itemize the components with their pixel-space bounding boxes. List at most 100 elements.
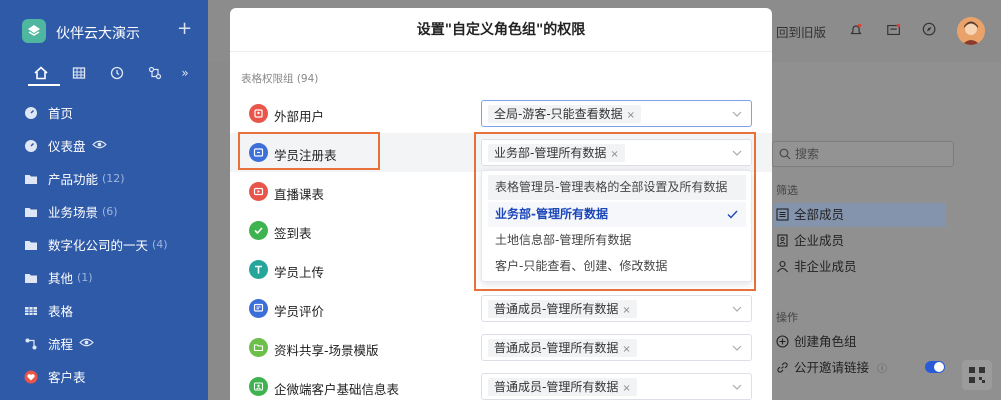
eye-icon[interactable]: [79, 336, 94, 351]
sidebar-item-features[interactable]: 产品功能 (12): [0, 162, 208, 195]
sidebar-items: 首页 仪表盘 产品功能 (12) 业务场景 (6) 数字化公司的一天 (4) 其…: [0, 96, 208, 393]
info-icon[interactable]: ⓘ: [877, 364, 887, 375]
contact-card-icon: [249, 377, 268, 396]
role-select[interactable]: 全局-游客-只能查看数据 ×: [481, 100, 752, 127]
filter-enterprise-members[interactable]: 企业成员: [774, 229, 946, 253]
chevron-down-icon: [732, 345, 742, 351]
app-name[interactable]: 伙伴云大演示: [56, 23, 140, 43]
live-icon: [249, 182, 268, 201]
add-icon[interactable]: +: [177, 18, 192, 39]
sidebar-item-home[interactable]: 首页: [0, 96, 208, 129]
remove-tag-icon[interactable]: ×: [622, 305, 630, 316]
search-input[interactable]: 搜索: [772, 141, 954, 167]
role-tag-label: 普通成员-管理所有数据: [494, 302, 619, 316]
comment-icon: [249, 299, 268, 318]
sidebar-item-digital-day[interactable]: 数字化公司的一天 (4): [0, 228, 208, 261]
dropdown-option[interactable]: 表格管理员-管理表格的全部设置及所有数据: [488, 175, 746, 200]
grid-icon[interactable]: [70, 64, 88, 82]
dropdown-option[interactable]: 客户-只能查看、创建、修改数据: [488, 254, 746, 279]
search-icon: [779, 148, 791, 160]
eye-icon[interactable]: [91, 138, 107, 153]
expand-icon[interactable]: »: [176, 64, 194, 82]
table-name: 签到表: [274, 226, 312, 241]
folder-icon: [24, 172, 38, 186]
sidebar-item-flow[interactable]: 流程: [0, 327, 208, 360]
table-name: 直播课表: [274, 187, 325, 202]
role-tag-label: 普通成员-管理所有数据: [494, 341, 619, 355]
folder-icon: [24, 205, 38, 219]
create-role-group-button[interactable]: 创建角色组: [774, 330, 946, 354]
sidebar-item-dashboard[interactable]: 仪表盘: [0, 129, 208, 162]
heart-icon: [24, 370, 38, 384]
check-icon: [249, 221, 268, 240]
filter-label: 筛选: [776, 184, 798, 197]
list-icon: [776, 208, 789, 221]
folder-icon: [24, 271, 38, 285]
remove-tag-icon[interactable]: ×: [627, 110, 635, 121]
flow-icon: [24, 337, 38, 351]
remove-tag-icon[interactable]: ×: [622, 344, 630, 355]
folder-icon: [249, 338, 268, 357]
bell-icon[interactable]: [848, 22, 866, 40]
filter-label-text: 非企业成员: [794, 259, 857, 274]
table-name: 学员评价: [274, 304, 325, 319]
public-invite-link[interactable]: 公开邀请链接 ⓘ: [774, 356, 946, 380]
add-circle-icon: [776, 335, 789, 348]
compass-icon[interactable]: [922, 22, 940, 40]
modal-title: 设置"自定义角色组"的权限: [230, 8, 772, 52]
highlight-box-row-name: [238, 132, 380, 170]
role-select[interactable]: 普通成员-管理所有数据 ×: [481, 334, 752, 361]
dropdown-option[interactable]: 土地信息部-管理所有数据: [488, 228, 746, 253]
table-name: 企微端客户基础信息表: [274, 382, 400, 397]
group-label: 表格权限组 (94): [241, 73, 319, 85]
qr-code-icon[interactable]: [962, 360, 992, 390]
sidebar-item-label: 首页: [48, 106, 74, 121]
user-avatar[interactable]: [957, 17, 985, 45]
op-label-text: 创建角色组: [794, 334, 857, 349]
sidebar-item-other[interactable]: 其他 (1): [0, 261, 208, 294]
selected-role-tag: 普通成员-管理所有数据 ×: [488, 378, 637, 396]
chevron-down-icon: [732, 306, 742, 312]
role-dropdown: 表格管理员-管理表格的全部设置及所有数据 业务部-管理所有数据 土地信息部-管理…: [481, 170, 752, 282]
gauge-icon: [24, 106, 38, 120]
sidebar-item-scenarios[interactable]: 业务场景 (6): [0, 195, 208, 228]
sidebar-item-count: (4): [152, 238, 168, 251]
back-to-old-link[interactable]: 回到旧版: [776, 22, 826, 41]
sidebar-item-table[interactable]: 表格: [0, 294, 208, 327]
filter-non-enterprise-members[interactable]: 非企业成员: [774, 255, 946, 279]
clock-icon[interactable]: [108, 64, 126, 82]
table-name: 资料共享-场景模版: [274, 343, 379, 358]
selected-role-tag: 全局-游客-只能查看数据 ×: [488, 105, 642, 123]
role-tag-label: 普通成员-管理所有数据: [494, 380, 619, 394]
sidebar-item-label: 其他: [48, 271, 74, 286]
flow-icon[interactable]: [146, 64, 164, 82]
permission-row: 资料共享-场景模版 普通成员-管理所有数据 ×: [230, 328, 772, 367]
checkmark-icon: [727, 210, 738, 219]
sidebar-item-label: 数字化公司的一天: [48, 238, 149, 253]
user-icon: [777, 260, 788, 273]
filter-label-text: 企业成员: [794, 233, 845, 248]
filter-label-text: 全部成员: [794, 207, 845, 222]
dropdown-option-selected[interactable]: 业务部-管理所有数据: [488, 202, 746, 227]
sidebar-item-count: (6): [102, 205, 118, 218]
home-icon[interactable]: [32, 64, 50, 82]
folder-icon: [24, 238, 38, 252]
filter-all-members[interactable]: 全部成员: [774, 203, 946, 227]
role-select[interactable]: 普通成员-管理所有数据 ×: [481, 373, 752, 400]
permission-row: 外部用户 全局-游客-只能查看数据 ×: [230, 94, 772, 133]
dropdown-option-label: 业务部-管理所有数据: [495, 207, 608, 221]
remove-tag-icon[interactable]: ×: [622, 383, 630, 394]
text-icon: [249, 260, 268, 279]
role-select[interactable]: 普通成员-管理所有数据 ×: [481, 295, 752, 322]
gauge-icon: [24, 139, 38, 153]
op-label-text: 公开邀请链接: [794, 360, 870, 375]
table-name: 外部用户: [274, 109, 325, 124]
permission-row: 企微端客户基础信息表 普通成员-管理所有数据 ×: [230, 367, 772, 400]
invite-link-toggle[interactable]: [925, 361, 945, 373]
inbox-icon[interactable]: [886, 22, 904, 40]
person-icon: [249, 104, 268, 123]
sidebar-item-customers[interactable]: 客户表: [0, 360, 208, 393]
search-placeholder: 搜索: [795, 147, 820, 161]
permission-row: 学员评价 普通成员-管理所有数据 ×: [230, 289, 772, 328]
table-name: 学员上传: [274, 265, 325, 280]
